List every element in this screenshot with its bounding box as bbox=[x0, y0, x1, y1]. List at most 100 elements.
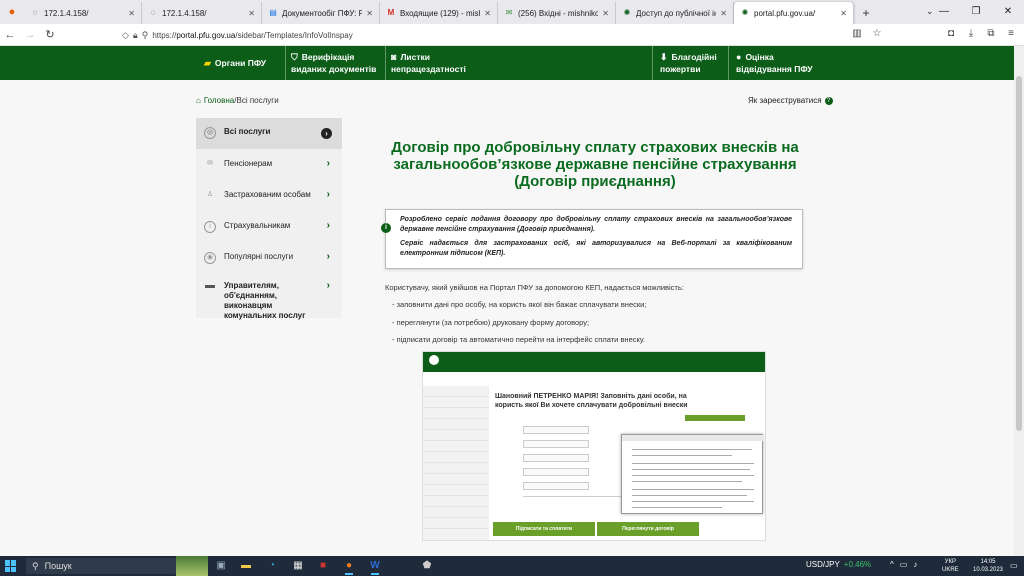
sidebar-item-pensioners[interactable]: ✉ Пенсіонерам › bbox=[196, 149, 342, 180]
menu-icon[interactable]: ≡ bbox=[1004, 28, 1018, 39]
taskbar-search[interactable]: ⚲ Пошук bbox=[26, 558, 176, 574]
header-divider bbox=[385, 46, 386, 80]
taskbar-clock[interactable]: 14:05 10.03.2023 bbox=[968, 558, 1008, 574]
close-tab-icon[interactable]: ✕ bbox=[840, 9, 847, 18]
store-icon[interactable]: ▦ bbox=[289, 558, 307, 574]
map-icon: ▰ bbox=[204, 58, 211, 68]
forward-icon[interactable]: → bbox=[20, 29, 40, 41]
close-tab-icon[interactable]: ✕ bbox=[128, 9, 135, 18]
shield-icon[interactable]: ◇ bbox=[122, 30, 129, 41]
chevron-right-icon: › bbox=[326, 189, 330, 200]
pfu-icon: ✺ bbox=[741, 8, 749, 17]
globe-icon: ◌ bbox=[150, 8, 156, 17]
sidebar-item-all-services[interactable]: ◎ Всі послуги › bbox=[196, 118, 342, 149]
app-icon[interactable]: ■ bbox=[314, 558, 332, 574]
language-indicator[interactable]: УКР UKRE bbox=[942, 558, 959, 574]
example-header bbox=[423, 352, 765, 372]
search-highlight-image[interactable] bbox=[176, 556, 208, 576]
envelope-icon: ✉ bbox=[207, 160, 213, 167]
edge-icon[interactable]: ◔ bbox=[263, 558, 281, 574]
browser-tab-bar: ● ◌ 172.1.4.158/ ✕ ◌ 172.1.4.158/ ✕ ▤ До… bbox=[0, 0, 1024, 24]
close-tab-icon[interactable]: ✕ bbox=[248, 9, 255, 18]
register-help-link[interactable]: Як зареєструватися ? bbox=[748, 96, 833, 105]
scrollbar-thumb[interactable] bbox=[1016, 76, 1022, 431]
browser-tab-2[interactable]: ◌ 172.1.4.158/ ✕ bbox=[142, 2, 262, 24]
example-view-button: Переглянути договір bbox=[597, 522, 699, 536]
windows-taskbar: ⚲ Пошук ▣ ▬ ◔ ▦ ■ ● W ⬟ USD/JPY +0.46% ^… bbox=[0, 556, 1024, 576]
notification-icon[interactable]: ▭ bbox=[1010, 561, 1018, 570]
bookmark-star-icon[interactable]: ☆ bbox=[870, 28, 884, 39]
nav-sick-leave[interactable]: ◙ Листки непрацездатності bbox=[391, 46, 466, 80]
close-tab-icon[interactable]: ✕ bbox=[602, 9, 609, 18]
volume-icon[interactable]: ♪ bbox=[913, 560, 917, 569]
nav-rating[interactable]: ● Оцінка відвідування ПФУ bbox=[736, 46, 813, 80]
search-icon: ⚲ bbox=[32, 560, 39, 571]
list-item: - підписати договір та автоматично перей… bbox=[392, 335, 645, 344]
file-explorer-icon[interactable]: ▬ bbox=[237, 558, 255, 574]
chevron-right-icon: › bbox=[321, 128, 332, 139]
close-tab-icon[interactable]: ✕ bbox=[366, 9, 373, 18]
task-view-icon[interactable]: ▣ bbox=[212, 558, 230, 574]
nav-charity[interactable]: ⬇ Благодійні пожертви bbox=[660, 46, 717, 80]
downloads-icon[interactable]: ⤓ bbox=[964, 28, 978, 39]
nav-organs[interactable]: ▰ Органи ПФУ bbox=[204, 46, 266, 80]
header-divider bbox=[285, 46, 286, 80]
close-window-icon[interactable]: ✕ bbox=[992, 0, 1024, 24]
reload-icon[interactable]: ↻ bbox=[40, 28, 60, 41]
browser-tab-4[interactable]: M Входящие (129) - mish08nikol… ✕ bbox=[380, 2, 498, 24]
extensions-icon[interactable]: ⧉ bbox=[984, 28, 998, 39]
browser-tab-3[interactable]: ▤ Документообіг ПФУ: Реєстра… ✕ bbox=[262, 2, 380, 24]
nav-verification[interactable]: ⛉ Верифікація виданих документів bbox=[291, 46, 376, 80]
word-icon[interactable]: W bbox=[366, 558, 384, 575]
new-tab-button[interactable]: + bbox=[854, 2, 878, 24]
permissions-icon[interactable]: ⚲ bbox=[142, 30, 149, 41]
sidebar-item-popular[interactable]: ◉ Популярні послуги › bbox=[196, 242, 342, 273]
browser-tab-1[interactable]: ◌ 172.1.4.158/ ✕ bbox=[24, 2, 142, 24]
browser-tab-5[interactable]: ✉ (256) Вхідні - mishnikolann@u… ✕ bbox=[498, 2, 616, 24]
minimize-icon[interactable]: — bbox=[928, 0, 960, 24]
document-icon: ▤ bbox=[269, 8, 277, 17]
example-screenshot: Шановний ПЕТРЕНКО МАРІЯ! Заповніть дані … bbox=[422, 351, 766, 541]
page-scrollbar[interactable] bbox=[1014, 46, 1024, 556]
sidebar-item-insurers[interactable]: i Страхувальникам › bbox=[196, 211, 342, 242]
sidebar-item-insured[interactable]: ♙ Застрахованим особам › bbox=[196, 180, 342, 211]
stock-widget[interactable]: USD/JPY +0.46% bbox=[806, 560, 871, 569]
browser-tab-6[interactable]: ✺ Доступ до публічної інформ… ✕ bbox=[616, 2, 734, 24]
network-icon[interactable]: ▭ bbox=[900, 560, 908, 569]
folder-icon: ▬ bbox=[205, 280, 215, 291]
question-icon: ? bbox=[824, 96, 833, 105]
close-tab-icon[interactable]: ✕ bbox=[484, 9, 491, 18]
info-icon: i bbox=[204, 221, 216, 233]
firefox-view-icon[interactable]: ● bbox=[0, 0, 24, 24]
url-bar[interactable]: ◇ 🔒︎ ⚲ https://portal.pfu.gov.ua/sidebar… bbox=[122, 27, 882, 43]
firefox-icon[interactable]: ● bbox=[340, 558, 358, 575]
browser-tab-active[interactable]: ✺ portal.pfu.gov.ua/ ✕ bbox=[734, 2, 854, 24]
breadcrumb-current: Всі послуги bbox=[236, 96, 279, 105]
example-title: Шановний ПЕТРЕНКО МАРІЯ! Заповніть дані … bbox=[495, 393, 688, 409]
back-icon[interactable]: ← bbox=[0, 29, 20, 41]
list-item: - переглянути (за потребою) друковану фо… bbox=[392, 318, 590, 327]
app-icon[interactable]: ⬟ bbox=[418, 558, 436, 574]
person-icon: ♙ bbox=[206, 191, 214, 198]
lock-icon[interactable]: 🔒︎ bbox=[133, 30, 138, 41]
info-icon: i bbox=[381, 223, 391, 233]
windows-start-icon[interactable] bbox=[5, 560, 17, 572]
sidebar-item-managers[interactable]: ▬ Управителям, об'єднанням, виконавцям к… bbox=[196, 273, 342, 320]
reader-view-icon[interactable]: ▥ bbox=[850, 28, 864, 39]
chevron-up-icon[interactable]: ^ bbox=[890, 560, 894, 569]
chevron-right-icon: › bbox=[326, 280, 330, 291]
breadcrumb-home-link[interactable]: Головна bbox=[204, 96, 234, 105]
close-tab-icon[interactable]: ✕ bbox=[720, 9, 727, 18]
sidebar: ◎ Всі послуги › ✉ Пенсіонерам › ♙ Застра… bbox=[196, 118, 342, 320]
maximize-icon[interactable]: ❐ bbox=[960, 0, 992, 24]
services-icon: ◎ bbox=[204, 127, 216, 139]
navigation-bar: ← → ↻ ◇ 🔒︎ ⚲ https://portal.pfu.gov.ua/s… bbox=[0, 24, 1024, 46]
pocket-icon[interactable]: ◘ bbox=[944, 28, 958, 39]
pfu-icon: ✺ bbox=[623, 8, 631, 17]
example-sign-button: Підписати та сплатити bbox=[493, 522, 595, 536]
system-tray: ^ ▭ ♪ bbox=[890, 560, 917, 569]
chevron-right-icon: › bbox=[326, 251, 330, 262]
camera-icon: ◙ bbox=[391, 52, 397, 62]
example-green-bar bbox=[685, 415, 745, 421]
shield-check-icon: ⛉ bbox=[291, 52, 298, 62]
